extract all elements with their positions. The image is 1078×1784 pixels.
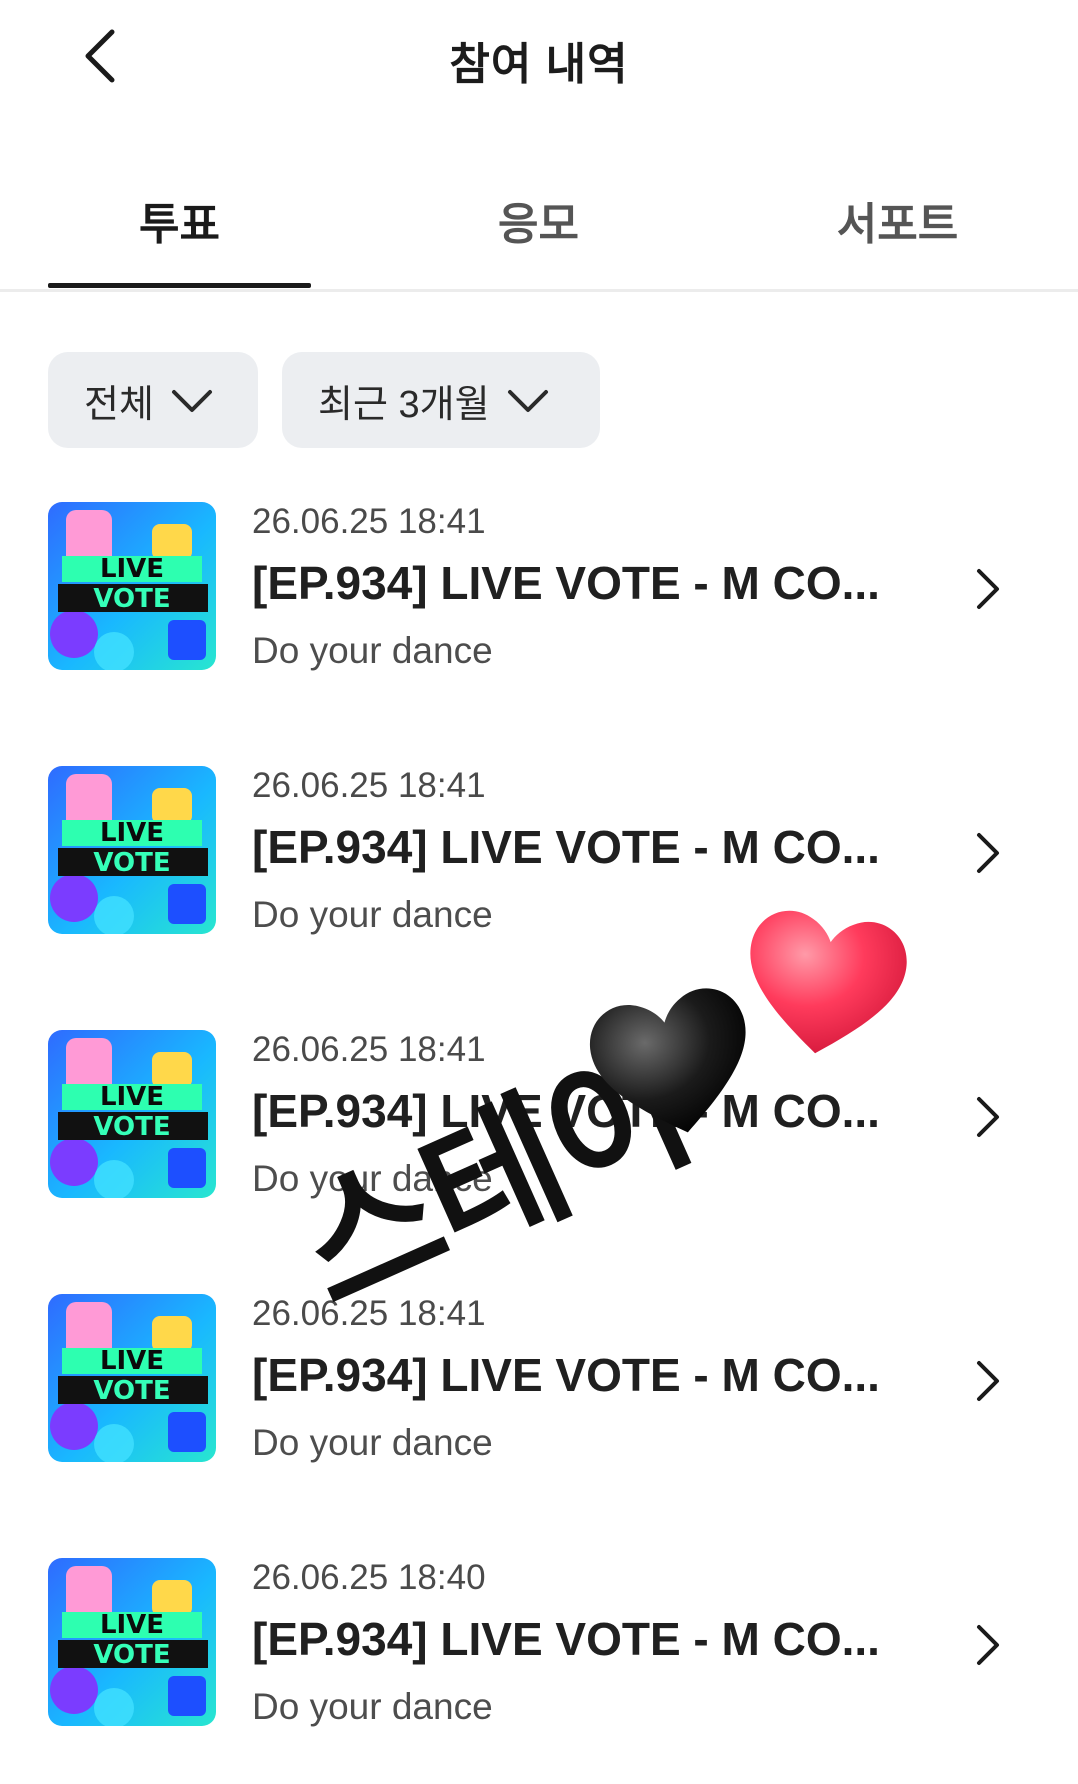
item-subtitle: Do your dance (252, 1422, 493, 1463)
item-subtitle: Do your dance (252, 1686, 493, 1727)
thumbnail-line2: VOTE (93, 1376, 171, 1406)
tabs-divider (0, 289, 1078, 292)
thumbnail-line1: LIVE (99, 1346, 165, 1376)
item-subtitle: Do your dance (252, 630, 493, 671)
type-filter-label: 전체 (84, 383, 154, 426)
thumbnail-line1: LIVE (99, 818, 165, 848)
type-filter-dropdown[interactable]: 전체 (48, 352, 258, 448)
item-title: [EP.934] LIVE VOTE - M CO... (252, 821, 880, 873)
item-date: 26.06.25 18:41 (252, 766, 486, 805)
vote-thumbnail: LIVE VOTE (48, 502, 216, 670)
list-item[interactable]: LIVE VOTE 26.06.25 18:41 [EP.934] LIVE V… (0, 766, 1078, 1030)
chevron-down-icon (507, 390, 548, 412)
thumbnail-line2: VOTE (93, 584, 171, 614)
item-date: 26.06.25 18:41 (252, 1294, 486, 1333)
tab-entry[interactable]: 응모 (359, 120, 718, 292)
vote-thumbnail: LIVE VOTE (48, 1294, 216, 1462)
list-item[interactable]: LIVE VOTE 26.06.25 18:41 [EP.934] LIVE V… (0, 1294, 1078, 1558)
thumbnail-line2: VOTE (93, 1640, 171, 1670)
tab-support[interactable]: 서포트 (718, 120, 1077, 292)
tab-vote[interactable]: 투표 (0, 120, 359, 292)
thumbnail-line2: VOTE (93, 848, 171, 878)
list-item[interactable]: LIVE VOTE 26.06.25 18:41 [EP.934] LIVE V… (0, 502, 1078, 766)
item-title: [EP.934] LIVE VOTE - M CO... (252, 1349, 880, 1401)
vote-thumbnail: LIVE VOTE (48, 1558, 216, 1726)
item-title: [EP.934] LIVE VOTE - M CO... (252, 1613, 880, 1665)
filter-bar: 전체 최근 3개월 (48, 352, 600, 448)
list-item[interactable]: LIVE VOTE 26.06.25 18:40 [EP.934] LIVE V… (0, 1558, 1078, 1784)
header: 참여 내역 (0, 0, 1078, 120)
item-date: 26.06.25 18:41 (252, 1030, 486, 1069)
chevron-down-icon (171, 390, 212, 412)
chevron-right-icon (968, 1092, 1008, 1142)
chevron-right-icon (968, 564, 1008, 614)
thumbnail-line1: LIVE (99, 554, 165, 584)
period-filter-label: 최근 3개월 (318, 383, 490, 426)
thumbnail-line2: VOTE (93, 1112, 171, 1142)
chevron-right-icon (968, 1356, 1008, 1406)
list-item[interactable]: LIVE VOTE 26.06.25 18:41 [EP.934] LIVE V… (0, 1030, 1078, 1294)
item-title: [EP.934] LIVE VOTE - M CO... (252, 557, 880, 609)
chevron-right-icon (968, 828, 1008, 878)
chevron-right-icon (968, 1620, 1008, 1670)
item-date: 26.06.25 18:40 (252, 1558, 486, 1597)
item-title: [EP.934] LIVE VOTE - M CO... (252, 1085, 880, 1137)
tab-label: 서포트 (836, 200, 959, 249)
app-screen: 참여 내역 투표 응모 서포트 전체 최근 3개월 LIVE VOTE 26.0… (0, 0, 1078, 1784)
item-subtitle: Do your dance (252, 1158, 493, 1199)
tab-label: 응모 (498, 200, 579, 249)
tab-label: 투표 (139, 200, 220, 249)
active-tab-indicator (48, 283, 311, 288)
period-filter-dropdown[interactable]: 최근 3개월 (282, 352, 600, 448)
item-date: 26.06.25 18:41 (252, 502, 486, 541)
participation-list: LIVE VOTE 26.06.25 18:41 [EP.934] LIVE V… (0, 502, 1078, 1784)
vote-thumbnail: LIVE VOTE (48, 1030, 216, 1198)
vote-thumbnail: LIVE VOTE (48, 766, 216, 934)
page-title: 참여 내역 (449, 40, 629, 89)
item-subtitle: Do your dance (252, 894, 493, 935)
thumbnail-line1: LIVE (99, 1610, 165, 1640)
thumbnail-line1: LIVE (99, 1082, 165, 1112)
tab-bar: 투표 응모 서포트 (0, 120, 1078, 292)
